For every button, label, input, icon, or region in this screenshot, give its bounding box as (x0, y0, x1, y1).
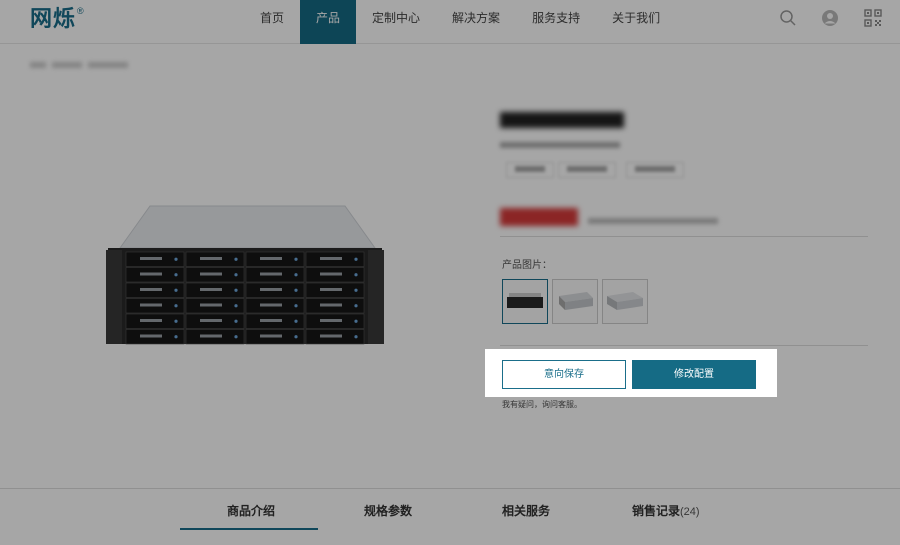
drive-led (234, 273, 238, 277)
thumbnail-server-side[interactable] (552, 279, 598, 324)
drive-bay-label (260, 272, 282, 276)
drive-led (354, 288, 358, 292)
thumbnail-server-front[interactable] (502, 279, 548, 324)
drive-led (174, 273, 178, 277)
drive-led (354, 273, 358, 277)
logo-text: 网烁 (30, 7, 77, 32)
drive-led (354, 335, 358, 339)
drive-bay-label (140, 288, 162, 291)
drive-bay-label (200, 303, 222, 307)
qr-code-icon[interactable] (864, 9, 882, 27)
tabs-divider (0, 488, 900, 489)
drive-led (294, 273, 298, 277)
drive-bay-label (140, 303, 162, 307)
save-intention-button[interactable]: 意向保存 (502, 360, 626, 389)
drive-led (174, 319, 178, 323)
main-nav: 首页 产品 定制中心 解决方案 服务支持 关于我们 (244, 0, 676, 44)
drive-bay-label (200, 257, 222, 260)
drive-bay-label (260, 319, 282, 322)
product-images-label: 产品图片： (502, 260, 552, 271)
sales-count: (24) (680, 506, 700, 518)
registered-mark: ® (77, 6, 84, 16)
modify-config-button[interactable]: 修改配置 (632, 360, 756, 389)
thumbnail-server-top[interactable] (602, 279, 648, 324)
section-divider (500, 345, 868, 346)
product-subtitle (500, 140, 620, 153)
drive-bay-label (200, 319, 222, 322)
drive-led (354, 304, 358, 308)
drive-bay-label (320, 303, 342, 307)
info-divider (500, 236, 868, 237)
help-contact-link[interactable]: 我有疑问，询问客服。 (502, 399, 582, 410)
drive-led (354, 257, 358, 261)
tab-sales-records[interactable]: 销售记录(24) (632, 502, 700, 519)
drive-led (294, 319, 298, 323)
nav-item-support[interactable]: 服务支持 (516, 0, 596, 44)
tab-related-services[interactable]: 相关服务 (502, 502, 550, 519)
product-tag (558, 162, 616, 178)
drive-led (234, 319, 238, 323)
product-title (500, 110, 624, 135)
tab-specifications[interactable]: 规格参数 (364, 502, 412, 519)
tab-label: 商品介绍 (227, 504, 276, 518)
drive-bay-label (140, 319, 162, 322)
active-tab-indicator (180, 528, 318, 530)
brand-logo[interactable]: 网烁 ® (30, 6, 84, 34)
drive-bay-label (260, 288, 282, 291)
drive-bay-label (320, 272, 342, 276)
tab-label: 销售记录 (632, 504, 681, 518)
drive-led (234, 335, 238, 339)
drive-bay-label (260, 257, 282, 260)
drive-bay-label (140, 257, 162, 260)
tab-product-intro[interactable]: 商品介绍 (227, 502, 275, 519)
drive-led (174, 288, 178, 292)
drive-led (354, 319, 358, 323)
drive-led (294, 288, 298, 292)
product-tag (506, 162, 554, 178)
drive-led (174, 335, 178, 339)
action-button-panel: 意向保存 修改配置 (485, 349, 777, 397)
nav-item-home[interactable]: 首页 (244, 0, 300, 44)
drive-led (294, 257, 298, 261)
drive-led (294, 335, 298, 339)
drive-bay-label (200, 334, 222, 338)
product-tag (626, 162, 684, 178)
drive-bay-label (320, 288, 342, 291)
drive-led (294, 304, 298, 308)
tab-label: 相关服务 (502, 504, 551, 518)
drive-led (174, 304, 178, 308)
nav-item-products[interactable]: 产品 (300, 0, 357, 44)
user-avatar-icon[interactable] (821, 9, 839, 27)
drive-led (174, 257, 178, 261)
tab-label: 规格参数 (364, 504, 413, 518)
product-price (500, 206, 578, 234)
drive-led (234, 257, 238, 261)
breadcrumb[interactable] (30, 60, 150, 73)
search-icon[interactable] (779, 9, 797, 27)
drive-led (234, 288, 238, 292)
drive-bay-label (140, 334, 162, 338)
price-note (588, 216, 718, 228)
drive-bay-label (260, 334, 282, 338)
product-main-image (100, 200, 390, 350)
nav-item-solutions[interactable]: 解决方案 (436, 0, 516, 44)
drive-bay-label (260, 303, 282, 307)
drive-led (234, 304, 238, 308)
nav-item-about[interactable]: 关于我们 (596, 0, 676, 44)
drive-bay-label (320, 334, 342, 338)
drive-bay-label (140, 272, 162, 276)
drive-bay-label (320, 257, 342, 260)
drive-bay-label (200, 288, 222, 291)
drive-bay-label (320, 319, 342, 322)
site-header: 网烁 ® 首页 产品 定制中心 解决方案 服务支持 关于我们 (0, 0, 900, 44)
drive-bay-label (200, 272, 222, 276)
nav-item-custom-center[interactable]: 定制中心 (356, 0, 436, 44)
